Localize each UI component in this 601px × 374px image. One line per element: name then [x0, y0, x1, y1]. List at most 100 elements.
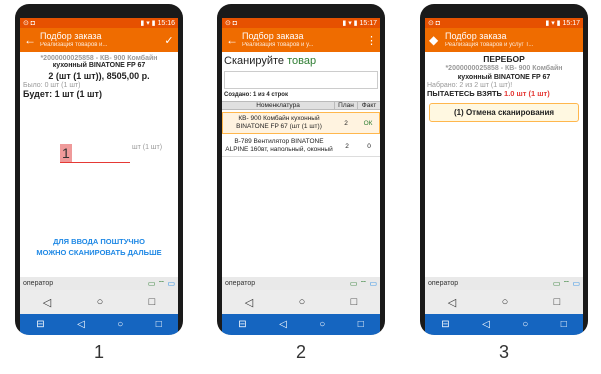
signal-icon: ▮ ▾ ▮ [342, 20, 360, 27]
monitor-icon: ▭ [167, 278, 175, 288]
menu-icon[interactable]: ⋮ [366, 34, 377, 47]
table-row[interactable]: КВ- 900 Комбайн кухонный BINATONE FP 67 … [222, 112, 380, 134]
hint-line-2: МОЖНО СКАНИРОВАТЬ ДАЛЬШЕ [36, 248, 162, 257]
status-icons-left: ⊙ ◘ [23, 20, 36, 27]
task-home-icon[interactable]: ○ [522, 319, 528, 330]
task-recents-icon[interactable]: □ [561, 319, 567, 330]
status-bar: ⊙ ◘ ▮ ▾ ▮ 15:16 [20, 18, 178, 28]
task-bar: ⊟ ◁ ○ □ [222, 314, 380, 335]
app-bar: ◆ Подбор заказа Реализация товаров и усл… [425, 28, 583, 52]
image-icon: ▭ [349, 278, 358, 288]
phone-3-screen: ⊙ ◘ ▮ ▾ ▮ 15:17 ◆ Подбор заказа Реализац… [425, 18, 583, 335]
app-switch-icon[interactable]: ⊟ [36, 319, 44, 330]
operator-bar: оператор ▭ ⌔ ▭ [425, 277, 583, 290]
phone-1-content: *2000000025858 - КВ- 900 Комбайн кухонны… [20, 52, 178, 277]
wifi-icon: ⌔ [359, 278, 368, 288]
task-recents-icon[interactable]: □ [358, 319, 364, 330]
nav-recents-icon[interactable]: □ [554, 296, 561, 308]
quantity-price: 2 (шт (1 шт)), 8505,00 р. [48, 71, 150, 81]
product-line-1: *2000000025858 - КВ- 900 Комбайн [445, 65, 563, 72]
monitor-icon: ▭ [369, 278, 377, 288]
nav-home-icon[interactable]: ○ [299, 296, 306, 308]
task-back-icon[interactable]: ◁ [279, 319, 287, 330]
task-back-icon[interactable]: ◁ [482, 319, 490, 330]
app-title: Подбор заказа [40, 31, 102, 41]
attempt-line: ПЫТАЕТЕСЬ ВЗЯТЬ 1.0 шт (1 шт) [425, 89, 583, 98]
status-bar: ⊙ ◘ ▮ ▾ ▮ 15:17 [425, 18, 583, 28]
collected-line: Набрано: 2 из 2 шт (1 шт)! [427, 82, 513, 89]
wifi-icon: ⌔ [157, 278, 166, 288]
was-quantity: Было: 0 шт (1 шт) [23, 82, 81, 89]
operator-bar: оператор ▭ ⌔ ▭ [222, 277, 380, 290]
confirm-check-icon[interactable]: ✓ [164, 34, 174, 47]
rows-count: Создано: 1 из 4 строк [224, 92, 288, 98]
scan-prompt-text: Сканируйте [224, 55, 285, 67]
nav-bar: ◁ ○ □ [222, 290, 380, 314]
signal-icon: ▮ ▾ ▮ [140, 20, 158, 27]
app-title: Подбор заказа [242, 31, 304, 41]
table-row[interactable]: В-789 Вентилятор BINATONE ALPINE 160вт, … [222, 136, 380, 157]
cancel-scan-button[interactable]: (1) Отмена сканирования [429, 103, 579, 122]
col-header-name: Номенклатура [256, 102, 300, 109]
attempt-value: 1.0 шт (1 шт) [504, 89, 550, 98]
task-bar: ⊟ ◁ ○ □ [20, 314, 178, 335]
status-icons-left: ⊙ ◘ [428, 20, 441, 27]
status-icons-left: ⊙ ◘ [225, 20, 238, 27]
image-icon: ▭ [147, 278, 156, 288]
quantity-input[interactable]: 1 [60, 144, 130, 163]
app-subtitle: Реализация товаров и услуг Т... [445, 42, 534, 48]
operator-label: оператор [23, 280, 54, 287]
will-be-quantity: Будет: 1 шт (1 шт) [23, 89, 102, 99]
scan-prompt: Сканируйте товар [222, 52, 380, 67]
phone-2-content: Сканируйте товар Создано: 1 из 4 строк Н… [222, 52, 380, 277]
operator-label: оператор [428, 280, 459, 287]
nav-recents-icon[interactable]: □ [351, 296, 358, 308]
task-bar: ⊟ ◁ ○ □ [425, 314, 583, 335]
image-icon: ▭ [552, 278, 561, 288]
quantity-input-value: 1 [60, 144, 72, 162]
status-bar: ⊙ ◘ ▮ ▾ ▮ 15:17 [222, 18, 380, 28]
nav-home-icon[interactable]: ○ [97, 296, 104, 308]
wifi-icon: ⌔ [562, 278, 571, 288]
phone-2: ⊙ ◘ ▮ ▾ ▮ 15:17 ← Подбор заказа Реализац… [217, 4, 385, 335]
nav-back-icon[interactable]: ◁ [245, 296, 253, 309]
status-time: 15:17 [562, 20, 580, 27]
nav-recents-icon[interactable]: □ [149, 296, 156, 308]
nav-back-icon[interactable]: ◁ [448, 296, 456, 309]
app-logo-icon: ◆ [429, 33, 439, 47]
app-switch-icon[interactable]: ⊟ [238, 319, 246, 330]
nav-bar: ◁ ○ □ [20, 290, 178, 314]
table-header: Номенклатура План Факт [222, 101, 380, 110]
nav-back-icon[interactable]: ◁ [43, 296, 51, 309]
app-subtitle: Реализация товаров и... [40, 42, 108, 48]
row-name: КВ- 900 Комбайн кухонный BINATONE FP 67 … [236, 115, 322, 130]
app-bar: ← Подбор заказа Реализация товаров и... … [20, 28, 178, 52]
scan-prompt-target: товар [287, 55, 317, 67]
col-header-fact: Факт [357, 102, 380, 109]
task-back-icon[interactable]: ◁ [77, 319, 85, 330]
caption-1: 1 [93, 342, 104, 362]
back-arrow-icon[interactable]: ← [24, 33, 36, 47]
monitor-icon: ▭ [572, 278, 580, 288]
task-recents-icon[interactable]: □ [156, 319, 162, 330]
operator-label: оператор [225, 280, 256, 287]
scan-input[interactable] [224, 71, 378, 89]
row-fact: ОК [363, 119, 373, 127]
nav-bar: ◁ ○ □ [425, 290, 583, 314]
product-line-1: *2000000025858 - КВ- 900 Комбайн [40, 55, 158, 62]
product-line-2: кухонный BINATONE FP 67 [52, 62, 146, 69]
phone-3: ⊙ ◘ ▮ ▾ ▮ 15:17 ◆ Подбор заказа Реализац… [420, 4, 588, 335]
app-subtitle: Реализация товаров и у... [242, 42, 314, 48]
product-line-2: кухонный BINATONE FP 67 [457, 74, 551, 81]
app-switch-icon[interactable]: ⊟ [441, 319, 449, 330]
hint-line-1: ДЛЯ ВВОДА ПОШТУЧНО [53, 237, 145, 246]
back-arrow-icon[interactable]: ← [226, 33, 238, 47]
nav-home-icon[interactable]: ○ [502, 296, 509, 308]
signal-icon: ▮ ▾ ▮ [545, 20, 563, 27]
task-home-icon[interactable]: ○ [117, 319, 123, 330]
task-home-icon[interactable]: ○ [319, 319, 325, 330]
unit-label: шт (1 шт) [132, 144, 163, 151]
phone-1: ⊙ ◘ ▮ ▾ ▮ 15:16 ← Подбор заказа Реализац… [15, 4, 183, 335]
phone-3-content: ПЕРЕБОР *2000000025858 - КВ- 900 Комбайн… [425, 52, 583, 277]
app-title: Подбор заказа [445, 31, 507, 41]
